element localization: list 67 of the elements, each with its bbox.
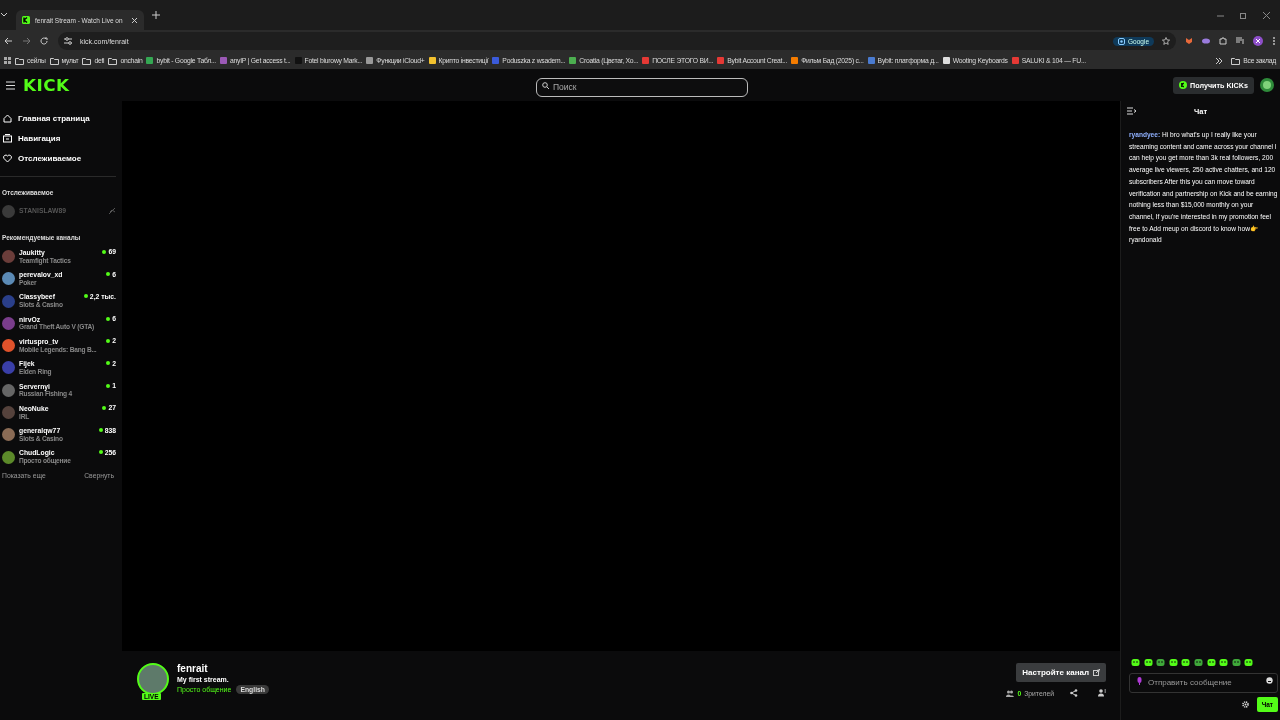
emote-icon[interactable] xyxy=(1181,657,1191,667)
microphone-icon xyxy=(1136,677,1143,685)
emote-icon[interactable] xyxy=(1206,657,1216,667)
channel-avatar xyxy=(2,428,15,442)
media-icon[interactable] xyxy=(1236,37,1244,45)
kick-logo[interactable]: KICK xyxy=(22,75,70,95)
lens-icon xyxy=(1118,37,1126,45)
channel-avatar xyxy=(2,204,15,218)
channel-avatar xyxy=(2,383,15,397)
folder-icon xyxy=(49,56,59,65)
channel-avatar xyxy=(2,339,15,353)
nav-item[interactable]: Главная страница xyxy=(3,111,116,126)
fox-extension-icon[interactable] xyxy=(1185,37,1193,45)
emote-icon[interactable] xyxy=(1231,657,1241,667)
close-icon[interactable] xyxy=(131,16,138,24)
star-icon[interactable] xyxy=(1162,37,1170,45)
channel-avatar xyxy=(2,294,15,308)
forward-icon[interactable] xyxy=(22,37,31,45)
chat-input-field[interactable]: Отправить сообщение xyxy=(1129,672,1278,693)
emote-icon[interactable] xyxy=(1168,657,1178,667)
nav-item[interactable]: Отслеживаемое xyxy=(3,151,116,166)
apps-icon[interactable] xyxy=(4,57,11,64)
channel-name[interactable]: fenrait xyxy=(177,663,269,674)
kick-coin-icon xyxy=(1179,81,1188,89)
user-card-icon[interactable] xyxy=(1098,689,1106,697)
heart-icon xyxy=(3,154,12,163)
browse-icon xyxy=(3,134,12,143)
folder-icon xyxy=(82,56,92,65)
emote-icon[interactable] xyxy=(1156,657,1166,667)
new-tab-icon[interactable] xyxy=(152,11,160,19)
profile-avatar-icon[interactable] xyxy=(1253,36,1263,46)
channel-avatar xyxy=(2,450,15,464)
channel-avatar xyxy=(137,663,169,695)
restore-icon[interactable] xyxy=(1240,11,1247,19)
folder-icon xyxy=(15,56,24,65)
kick-favicon xyxy=(22,16,30,24)
channel-avatar xyxy=(2,316,15,330)
nav-item[interactable]: Навигация xyxy=(3,131,116,146)
emote-icon[interactable] xyxy=(1131,657,1140,667)
emote-icon[interactable] xyxy=(1219,657,1229,667)
chevron-icon[interactable] xyxy=(1216,56,1224,65)
user-avatar-icon[interactable] xyxy=(1260,78,1274,92)
emote-icon[interactable] xyxy=(1143,657,1153,667)
channel-avatar xyxy=(2,272,15,286)
external-link-icon xyxy=(1093,669,1100,676)
home-icon xyxy=(3,114,12,123)
search-icon xyxy=(542,82,549,89)
back-icon[interactable] xyxy=(4,37,13,45)
dropdown-icon[interactable] xyxy=(0,11,8,19)
reload-icon[interactable] xyxy=(40,37,49,45)
close-icon[interactable] xyxy=(1263,11,1270,19)
viewers-icon xyxy=(1006,689,1015,697)
folder-icon xyxy=(1231,56,1241,65)
emote-icon[interactable] xyxy=(1244,657,1254,667)
emoji-icon[interactable] xyxy=(1266,677,1273,684)
channel-avatar xyxy=(2,249,15,263)
emote-icon[interactable] xyxy=(1193,657,1203,667)
channel-avatar xyxy=(2,361,15,375)
customize-channel-button[interactable]: Настройте канал xyxy=(1016,663,1106,682)
share-icon[interactable] xyxy=(1070,689,1078,697)
menu-icon[interactable] xyxy=(6,80,15,90)
collapse-chat-icon[interactable] xyxy=(1127,107,1136,115)
channel-avatar xyxy=(2,406,15,419)
search-field[interactable]: Поиск xyxy=(536,77,748,97)
site-settings-icon[interactable] xyxy=(64,37,72,45)
folder-icon xyxy=(108,56,118,65)
settings-icon[interactable] xyxy=(1241,701,1249,708)
